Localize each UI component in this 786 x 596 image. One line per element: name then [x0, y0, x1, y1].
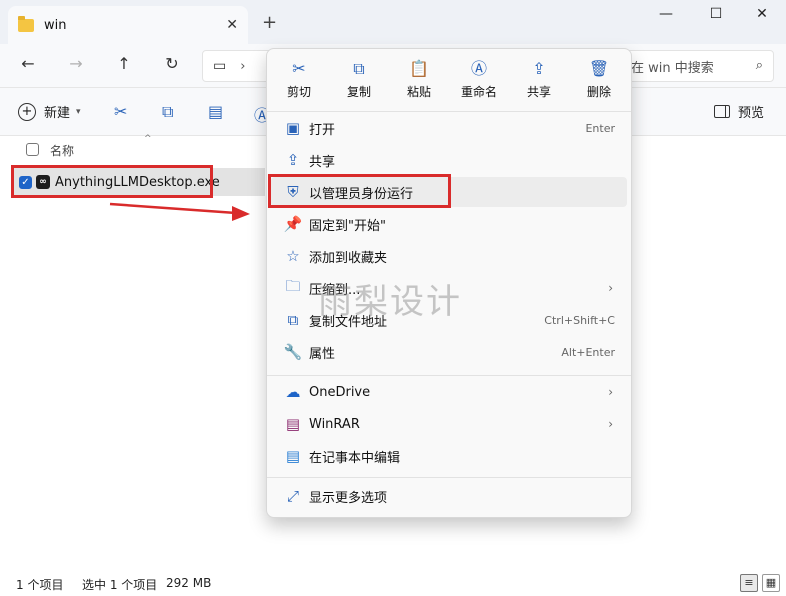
share-icon: ⇪: [532, 59, 546, 78]
new-tab-button[interactable]: +: [262, 12, 277, 33]
menu-item-shortcut: Alt+Enter: [561, 345, 615, 359]
menu-item-edit-in-notepad[interactable]: ▤ 在记事本中编辑: [271, 441, 627, 471]
watermark-text: 雨梨设计: [318, 282, 462, 322]
status-bar: 1 个项目 选中 1 个项目 292 MB ≡ ▦: [0, 570, 786, 596]
zip-icon: 🗀: [285, 276, 301, 295]
menu-divider: [267, 375, 631, 376]
title-bar: win ✕ + — ☐ ✕: [0, 0, 786, 44]
menu-item-properties[interactable]: 🔧 属性 Alt+Enter: [271, 337, 627, 367]
menu-item-add-to-favorites[interactable]: ☆ 添加到收藏夹: [271, 241, 627, 271]
cut-icon: ✂: [292, 59, 306, 78]
highlight-box-file: [11, 165, 213, 198]
copy-icon[interactable]: ⧉: [162, 102, 173, 122]
menu-item-label: 打开: [309, 122, 336, 138]
pin-icon: 📌: [283, 215, 303, 233]
menu-rename-label: 重命名: [460, 85, 497, 99]
chevron-right-icon: ›: [608, 281, 613, 295]
menu-item-open[interactable]: ▣ 打开 Enter: [271, 113, 627, 143]
new-label: 新建: [44, 106, 71, 121]
context-menu-actions: ✂ 剪切 ⧉ 复制 📋 粘贴 Ⓐ 重命名 ⇪ 共享 🗑 删除: [267, 49, 631, 107]
chevron-down-icon: ▾: [76, 106, 81, 117]
menu-item-pin-to-start[interactable]: 📌 固定到"开始": [271, 209, 627, 239]
paste-icon: 📋: [409, 59, 429, 78]
maximize-button[interactable]: ☐: [696, 6, 736, 22]
cut-icon[interactable]: ✂: [114, 102, 127, 121]
preview-pane-icon: [714, 105, 730, 118]
menu-item-label: OneDrive: [309, 384, 371, 400]
new-button[interactable]: + 新建 ▾: [18, 102, 81, 121]
open-icon: ▣: [285, 119, 301, 137]
menu-copy-button[interactable]: ⧉ 复制: [329, 59, 389, 100]
menu-divider: [267, 111, 631, 112]
details-view-button[interactable]: ≡: [740, 574, 758, 592]
forward-button[interactable]: →: [64, 54, 88, 73]
menu-item-label: 在记事本中编辑: [309, 450, 401, 466]
menu-delete-label: 删除: [586, 85, 611, 99]
menu-item-label: 显示更多选项: [309, 490, 388, 506]
star-icon: ☆: [286, 247, 300, 265]
delete-icon: 🗑: [588, 59, 610, 78]
folder-icon: [18, 15, 34, 32]
menu-cut-label: 剪切: [286, 85, 311, 99]
pc-icon: ▭: [213, 58, 227, 74]
menu-item-share[interactable]: ⇪ 共享: [271, 145, 627, 175]
menu-item-label: 属性: [309, 346, 336, 362]
preview-button[interactable]: 预览: [714, 102, 764, 121]
tiles-view-button[interactable]: ▦: [762, 574, 780, 592]
tab-close-icon[interactable]: ✕: [226, 17, 238, 33]
menu-item-shortcut: Ctrl+Shift+C: [544, 313, 615, 327]
copy-path-icon: ⧉: [287, 311, 299, 329]
menu-item-winrar[interactable]: ▤ WinRAR ›: [271, 409, 627, 439]
menu-item-onedrive[interactable]: ☁ OneDrive ›: [271, 377, 627, 407]
menu-item-label: WinRAR: [309, 416, 360, 432]
copy-icon: ⧉: [353, 59, 365, 78]
paste-icon[interactable]: ▤: [208, 102, 223, 121]
close-window-button[interactable]: ✕: [742, 6, 782, 22]
rename-icon: Ⓐ: [470, 59, 487, 78]
highlight-box-run-as-admin: [268, 174, 451, 208]
onedrive-icon: ☁: [285, 383, 301, 401]
menu-item-label: 添加到收藏夹: [309, 250, 388, 266]
menu-copy-label: 复制: [346, 85, 371, 99]
more-options-icon: ⤢: [286, 487, 299, 505]
chevron-right-icon: ›: [608, 385, 613, 399]
menu-share-label: 共享: [526, 85, 551, 99]
search-placeholder: 在 win 中搜索: [631, 60, 714, 76]
preview-label: 预览: [738, 106, 765, 121]
refresh-button[interactable]: ↻: [160, 54, 184, 73]
tab-title: win: [44, 17, 67, 33]
chevron-right-icon[interactable]: ›: [240, 59, 245, 74]
item-count: 1 个项目: [16, 578, 64, 592]
menu-delete-button[interactable]: 🗑 删除: [569, 59, 629, 100]
up-button[interactable]: ↑: [112, 54, 136, 73]
menu-item-label: 固定到"开始": [309, 218, 386, 234]
back-button[interactable]: ←: [16, 54, 40, 73]
select-all-checkbox[interactable]: [26, 143, 39, 156]
search-icon: ⌕: [755, 58, 763, 73]
column-name[interactable]: 名称: [50, 142, 74, 159]
menu-rename-button[interactable]: Ⓐ 重命名: [449, 59, 509, 100]
sort-ascending-icon: ^: [144, 134, 152, 144]
notepad-icon: ▤: [285, 447, 301, 465]
menu-cut-button[interactable]: ✂ 剪切: [269, 59, 329, 100]
menu-share-button[interactable]: ⇪ 共享: [509, 59, 569, 100]
chevron-right-icon: ›: [608, 417, 613, 431]
selected-count: 选中 1 个项目: [82, 578, 158, 592]
selected-size: 292 MB: [166, 576, 212, 590]
menu-item-show-more-options[interactable]: ⤢ 显示更多选项: [271, 481, 627, 511]
menu-paste-button[interactable]: 📋 粘贴: [389, 59, 449, 100]
menu-item-shortcut: Enter: [585, 121, 615, 135]
minimize-button[interactable]: —: [646, 6, 686, 22]
annotation-arrow: [109, 202, 250, 221]
search-input[interactable]: 在 win 中搜索 ⌕: [620, 50, 774, 82]
share-icon: ⇪: [286, 151, 300, 169]
menu-paste-label: 粘贴: [406, 85, 431, 99]
tab-win[interactable]: win ✕: [8, 6, 248, 44]
winrar-icon: ▤: [285, 415, 301, 433]
menu-item-label: 共享: [309, 154, 336, 170]
plus-icon: +: [18, 102, 36, 121]
properties-icon: 🔧: [283, 343, 303, 361]
menu-divider: [267, 477, 631, 478]
